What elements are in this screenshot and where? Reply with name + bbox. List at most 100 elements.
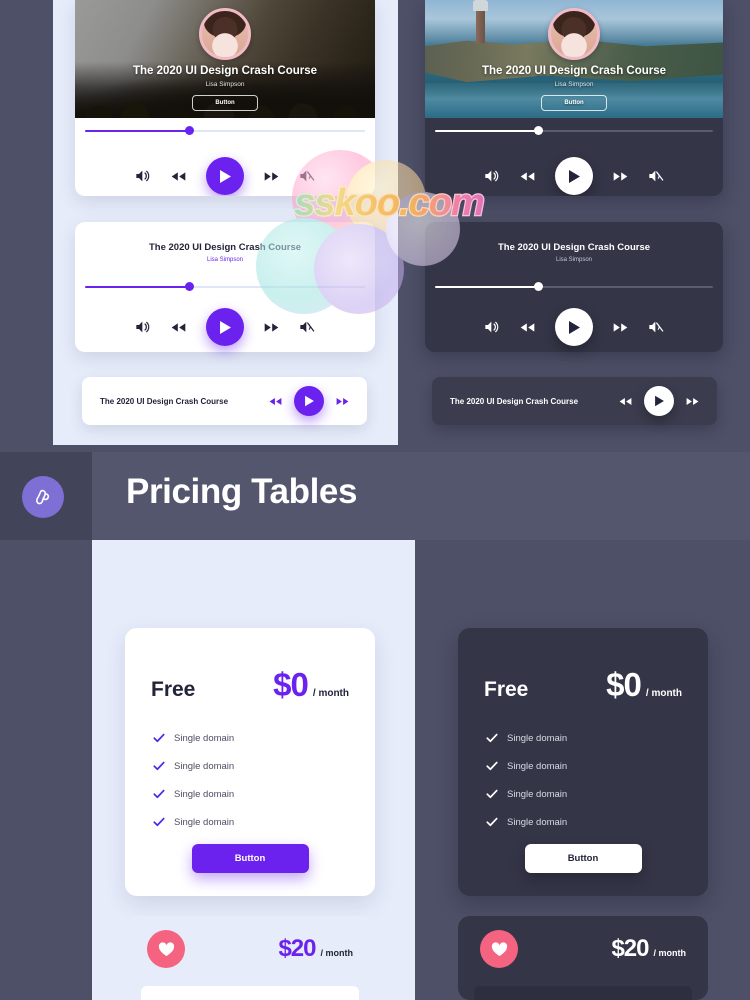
forward-icon[interactable] [613,322,628,333]
video-cta-button[interactable]: Button [192,95,258,111]
price-amount: $20 [611,935,649,962]
video-title: The 2020 UI Design Crash Course [481,65,667,77]
plan-name: Free [484,678,529,701]
mute-icon[interactable] [648,320,664,334]
feature-label: Single domain [174,760,235,772]
player-controls [75,157,375,195]
forward-icon[interactable] [336,397,349,406]
pricing-card-header: $20 / month [458,916,708,968]
progress-knob[interactable] [184,282,194,291]
progress-bar[interactable] [85,282,365,291]
feature-label: Single domain [507,788,568,800]
feature-label: Single domain [174,732,235,744]
mute-icon[interactable] [648,169,664,183]
plan-price: $20 / month [611,935,686,963]
progress-fill [435,286,538,288]
check-icon [153,760,165,772]
progress-bar[interactable] [85,126,365,135]
price-period: / month [653,948,687,958]
check-icon [153,816,165,828]
feature-label: Single domain [174,788,235,800]
forward-icon[interactable] [613,171,628,182]
feature-item: Single domain [153,816,375,828]
check-icon [486,816,498,828]
rewind-icon[interactable] [171,322,186,333]
video-thumbnail-mountain[interactable]: The 2020 UI Design Crash Course Lisa Sim… [75,0,375,118]
feature-label: Single domain [507,732,568,744]
rewind-icon[interactable] [171,171,186,182]
feature-item: Single domain [153,760,375,772]
player-controls [75,308,375,346]
rewind-icon[interactable] [269,397,282,406]
price-amount: $0 [606,666,642,703]
feature-item: Single domain [486,816,708,828]
rewind-icon[interactable] [520,322,535,333]
heart-icon [147,930,185,968]
pricing-card-premium-light: $20 / month [125,916,375,1000]
feature-item: Single domain [486,732,708,744]
check-icon [486,732,498,744]
feature-label: Single domain [507,816,568,828]
play-button[interactable] [555,308,593,346]
audio-player-card-dark: The 2020 UI Design Crash Course Lisa Sim… [425,222,723,352]
play-button[interactable] [206,157,244,195]
feature-label: Single domain [174,816,235,828]
rewind-icon[interactable] [520,171,535,182]
video-artist: Lisa Simpson [554,81,594,88]
forward-icon[interactable] [686,397,699,406]
mini-player-dark: The 2020 UI Design Crash Course [432,377,717,425]
forward-icon[interactable] [264,322,279,333]
plan-cta-button[interactable]: Button [191,844,309,873]
feature-item: Single domain [486,760,708,772]
pricing-card-free-dark: Free $0 / month Single domain Single dom… [458,628,708,896]
play-button[interactable] [206,308,244,346]
volume-icon[interactable] [484,320,500,334]
video-player-card-dark: The 2020 UI Design Crash Course Lisa Sim… [425,0,723,196]
audio-player-card-light: The 2020 UI Design Crash Course Lisa Sim… [75,222,375,352]
video-title: The 2020 UI Design Crash Course [132,65,318,77]
volume-icon[interactable] [135,169,151,183]
audio-artist: Lisa Simpson [555,257,593,263]
video-artist: Lisa Simpson [205,81,245,88]
progress-bar[interactable] [435,282,713,291]
play-button[interactable] [294,386,324,416]
pricing-card-header: Free $0 / month [125,628,375,704]
play-button[interactable] [644,386,674,416]
video-overlay: The 2020 UI Design Crash Course Lisa Sim… [75,0,375,118]
forward-icon[interactable] [264,171,279,182]
pricing-card-header: $20 / month [125,916,375,968]
feature-list: Single domain Single domain Single domai… [458,704,708,828]
pricing-card-body [474,986,692,1000]
video-thumbnail-coast[interactable]: The 2020 UI Design Crash Course Lisa Sim… [425,0,723,118]
price-period: / month [312,688,349,699]
progress-fill [85,286,189,288]
mute-icon[interactable] [299,320,315,334]
check-icon [486,788,498,800]
feature-item: Single domain [153,788,375,800]
pricing-header-band [0,452,750,540]
avatar [199,8,251,60]
check-icon [153,732,165,744]
progress-knob[interactable] [184,126,194,135]
pricing-card-free-light: Free $0 / month Single domain Single dom… [125,628,375,896]
check-icon [486,760,498,772]
progress-fill [435,130,538,132]
brand-logo-icon [22,476,64,518]
video-cta-button[interactable]: Button [541,95,607,111]
play-button[interactable] [555,157,593,195]
check-icon [153,788,165,800]
mute-icon[interactable] [299,169,315,183]
progress-bar[interactable] [435,126,713,135]
music-players-section: The 2020 UI Design Crash Course Lisa Sim… [0,0,750,452]
page-title: Pricing Tables [126,472,358,511]
heart-icon [480,930,518,968]
feature-item: Single domain [486,788,708,800]
plan-cta-button[interactable]: Button [524,844,642,873]
price-amount: $0 [273,666,309,703]
screenshot-stage: The 2020 UI Design Crash Course Lisa Sim… [0,0,750,1000]
volume-icon[interactable] [135,320,151,334]
progress-knob[interactable] [533,282,543,291]
volume-icon[interactable] [484,169,500,183]
progress-knob[interactable] [533,126,543,135]
rewind-icon[interactable] [619,397,632,406]
